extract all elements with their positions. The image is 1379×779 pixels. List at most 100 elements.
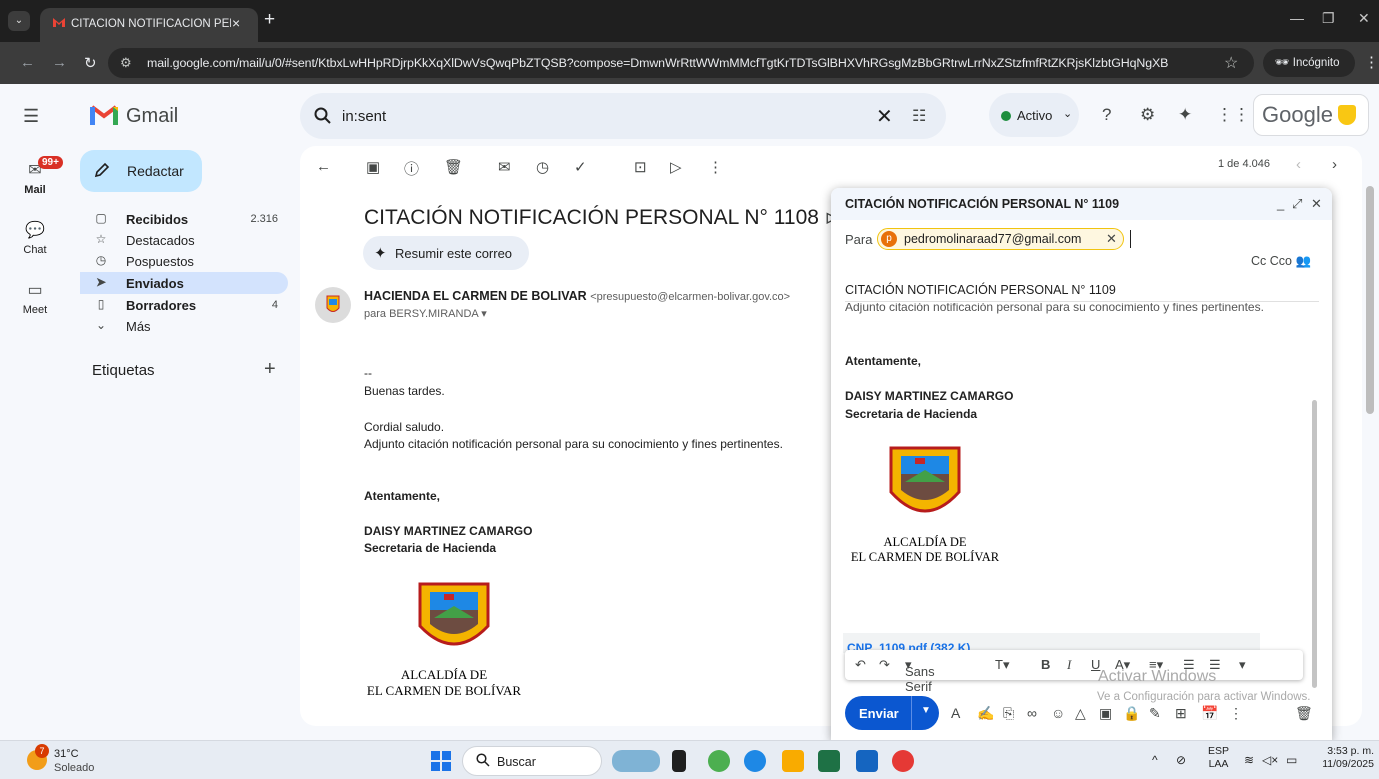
close-compose-icon[interactable]: ✕: [1311, 196, 1322, 212]
store-icon[interactable]: [856, 750, 878, 772]
insert-link-icon[interactable]: ∞: [1027, 705, 1037, 721]
newer-icon[interactable]: ‹: [1296, 156, 1301, 173]
rail-chat[interactable]: 💬 Chat: [0, 220, 70, 256]
send-button[interactable]: Enviar ▼: [845, 696, 939, 730]
tab-search-button[interactable]: ⌄: [8, 11, 30, 31]
label-icon[interactable]: ▷: [670, 158, 682, 176]
new-tab-button[interactable]: +: [264, 9, 275, 31]
show-hidden-icons-icon[interactable]: ^: [1152, 753, 1158, 767]
tab-close-button[interactable]: ×: [232, 15, 240, 31]
more-options-icon[interactable]: ⋮: [708, 158, 723, 176]
rail-meet[interactable]: ▭ Meet: [0, 280, 70, 316]
page-scrollbar[interactable]: [1366, 186, 1374, 414]
url-text[interactable]: mail.google.com/mail/u/0/#sent/KtbxLwHHp…: [147, 56, 1207, 70]
emoji-icon[interactable]: ☺: [1051, 705, 1065, 721]
weather-temperature[interactable]: 31°C: [54, 748, 79, 760]
wifi-icon[interactable]: ≋: [1244, 753, 1254, 767]
nav-item-snoozed[interactable]: ◷ Pospuestos: [80, 250, 288, 272]
status-selector[interactable]: Activo ⌄: [989, 93, 1079, 137]
nav-item-drafts[interactable]: ▯ Borradores 4: [80, 294, 288, 316]
widgets-icon[interactable]: [612, 750, 660, 772]
ai-write-icon[interactable]: ✍: [977, 705, 994, 722]
forward-icon[interactable]: →: [52, 54, 67, 71]
font-selector[interactable]: Sans Serif ▾: [905, 657, 935, 694]
archive-icon[interactable]: ▣: [366, 158, 380, 176]
calendar-icon[interactable]: 📅: [1201, 705, 1218, 722]
nav-item-more[interactable]: ⌄ Más: [80, 315, 288, 337]
chrome-icon[interactable]: [892, 750, 914, 772]
insert-photo-icon[interactable]: ▣: [1099, 705, 1112, 722]
recipient-chip[interactable]: p pedromolinaraad77@gmail.com ✕: [877, 228, 1124, 250]
incognito-indicator[interactable]: 🕶 Incógnito: [1263, 49, 1355, 77]
omnibox[interactable]: ⚙ mail.google.com/mail/u/0/#sent/KtbxLwH…: [108, 48, 1254, 78]
layouts-icon[interactable]: ⊞: [1175, 705, 1187, 722]
undo-icon[interactable]: ↶: [855, 657, 866, 673]
clear-search-icon[interactable]: ✕: [876, 104, 893, 129]
redo-icon[interactable]: ↷: [879, 657, 890, 673]
italic-icon[interactable]: I: [1067, 657, 1071, 673]
move-to-icon[interactable]: ⊡: [634, 158, 647, 176]
compose-body-cut-line[interactable]: Adjunto citación notificación personal p…: [845, 303, 1264, 315]
compose-header[interactable]: CITACIÓN NOTIFICACIÓN PERSONAL N° 1109 _…: [831, 188, 1332, 220]
file-explorer-icon[interactable]: [782, 750, 804, 772]
windows-start-icon[interactable]: [431, 751, 451, 771]
minimize-button[interactable]: —: [1290, 10, 1304, 26]
compose-subject-field[interactable]: CITACIÓN NOTIFICACIÓN PERSONAL N° 1109: [845, 283, 1116, 297]
compose-signer-role[interactable]: Secretaria de Hacienda: [845, 407, 977, 421]
browser-tab[interactable]: CITACIÓN NOTIFICACIÓN PERSONAL ×: [40, 8, 258, 42]
recipient-line[interactable]: para BERSY.MIRANDA ▾: [364, 307, 487, 320]
expand-compose-icon[interactable]: ⤢: [1292, 196, 1302, 212]
copilot-icon[interactable]: [708, 750, 730, 772]
apps-grid-icon[interactable]: ⋮⋮: [1216, 105, 1250, 125]
add-task-icon[interactable]: ✓: [574, 158, 587, 176]
minimize-compose-icon[interactable]: _: [1277, 196, 1284, 211]
nav-item-starred[interactable]: ☆ Destacados: [80, 229, 288, 251]
edge-icon[interactable]: [744, 750, 766, 772]
help-icon[interactable]: ?: [1102, 105, 1111, 125]
reload-icon[interactable]: ↻: [84, 54, 97, 72]
discard-draft-icon[interactable]: 🗑: [1295, 705, 1313, 722]
cc-bcc-button[interactable]: Cc Cco 👥: [1251, 254, 1311, 269]
close-window-button[interactable]: ✕: [1358, 10, 1370, 27]
formatting-options-icon[interactable]: A: [951, 705, 960, 721]
search-options-icon[interactable]: ☷: [912, 106, 926, 126]
main-menu-icon[interactable]: ☰: [23, 106, 39, 127]
compose-button[interactable]: Redactar: [80, 150, 202, 192]
back-to-list-icon[interactable]: ←: [316, 158, 331, 175]
drive-icon[interactable]: △: [1075, 705, 1086, 722]
search-icon[interactable]: [314, 107, 332, 125]
font-size-icon[interactable]: T▾: [995, 657, 1009, 673]
browser-menu-icon[interactable]: ⋮: [1364, 53, 1379, 71]
sender-name[interactable]: HACIENDA EL CARMEN DE BOLIVAR: [364, 289, 587, 303]
bookmark-star-icon[interactable]: ☆: [1224, 53, 1238, 73]
bold-icon[interactable]: B: [1041, 657, 1050, 672]
excel-icon[interactable]: [818, 750, 840, 772]
more-send-options-icon[interactable]: ⋮: [1229, 705, 1243, 722]
gmail-logo[interactable]: Gmail: [90, 104, 178, 131]
nav-item-sent[interactable]: ➤ Enviados: [80, 272, 288, 294]
site-info-icon[interactable]: ⚙: [120, 55, 132, 71]
search-bar[interactable]: in:sent ✕ ☷: [300, 93, 946, 139]
meet-now-icon[interactable]: ⊘: [1176, 753, 1186, 767]
task-view-icon[interactable]: [672, 750, 686, 772]
language-indicator[interactable]: ESP LAA: [1208, 745, 1229, 771]
restore-button[interactable]: ❐: [1322, 10, 1335, 27]
account-button[interactable]: Google: [1253, 94, 1369, 136]
volume-muted-icon[interactable]: ◁×: [1262, 753, 1278, 767]
older-icon[interactable]: ›: [1332, 156, 1337, 173]
snooze-icon[interactable]: ◷: [536, 158, 549, 176]
nav-item-inbox[interactable]: ▢ Recibidos 2.316: [80, 208, 288, 230]
delete-icon[interactable]: 🗑: [444, 158, 463, 176]
compose-closing[interactable]: Atentamente,: [845, 354, 921, 368]
confidential-mode-icon[interactable]: 🔒: [1123, 705, 1140, 722]
taskbar-search[interactable]: Buscar: [462, 746, 602, 776]
report-spam-icon[interactable]: ⓘ: [404, 158, 419, 179]
weather-condition[interactable]: Soleado: [54, 762, 94, 774]
remove-recipient-icon[interactable]: ✕: [1106, 231, 1117, 247]
search-input[interactable]: in:sent: [342, 108, 386, 125]
compose-scrollbar[interactable]: [1312, 400, 1317, 688]
summarize-button[interactable]: ✦ Resumir este correo: [363, 236, 529, 270]
add-label-button[interactable]: +: [264, 358, 276, 381]
more-formatting-icon[interactable]: ▾: [1239, 657, 1246, 673]
gemini-sparkle-icon[interactable]: ✦: [1178, 105, 1192, 125]
